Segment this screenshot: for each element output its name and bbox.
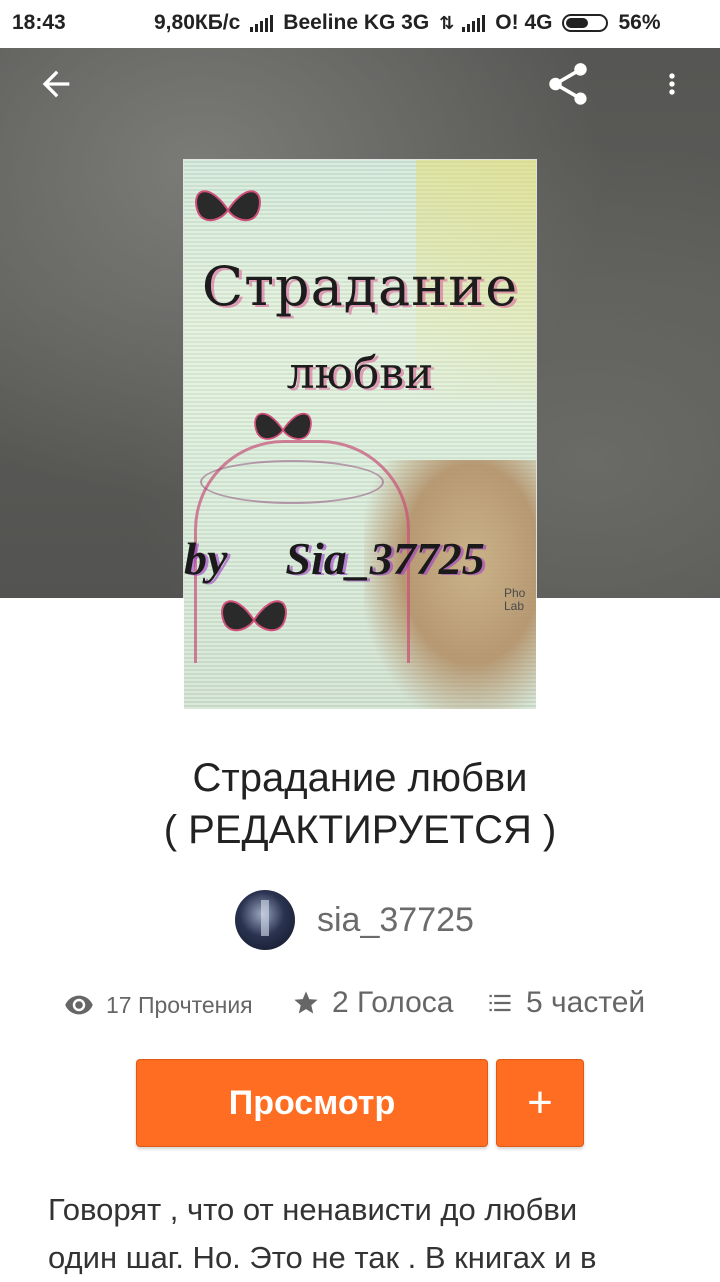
add-to-library-button[interactable]: + — [496, 1059, 584, 1147]
votes-stat: 2 Голоса — [292, 986, 454, 1020]
signal-2-icon — [462, 14, 486, 32]
description-line1: Говорят , что от ненависти до любви — [48, 1192, 578, 1227]
cover-by-word: by — [184, 533, 228, 584]
carrier-1: Beeline KG 3G — [283, 11, 430, 34]
reads-stat: 17 Прочтения — [64, 990, 253, 1020]
read-button[interactable]: Просмотр — [136, 1059, 488, 1147]
star-icon — [294, 991, 318, 1014]
votes-count: 2 Голоса — [332, 986, 454, 1019]
parts-stat[interactable]: 5 частей — [486, 986, 645, 1020]
story-title: Страдание любви ( РЕДАКТИРУЕТСЯ ) — [0, 752, 720, 856]
carrier-2: O! 4G — [495, 11, 553, 34]
parts-count[interactable]: 5 частей — [526, 986, 645, 1020]
arrow-back-icon — [42, 70, 70, 98]
cover-author: Sia_37725 — [285, 533, 485, 584]
cover-title-line1: Страдание — [201, 255, 519, 318]
author-name[interactable]: sia_37725 — [317, 901, 474, 940]
status-time: 18:43 — [12, 11, 66, 34]
description-line2: один шаг. Но. Это не так . В книгах и в — [48, 1240, 597, 1275]
reads-count: 17 Прочтения — [106, 991, 253, 1018]
avatar[interactable] — [235, 890, 295, 950]
network-speed: 9,80КБ/с — [154, 11, 241, 34]
story-stats: 17 Прочтения 2 Голоса 5 частей — [64, 986, 664, 1030]
share-icon — [549, 63, 587, 105]
eye-icon — [65, 995, 93, 1015]
cover-watermark: Pho Lab — [504, 586, 526, 613]
butterfly-3-icon — [221, 600, 287, 632]
battery-percent: 56% — [618, 11, 661, 34]
more-vert-icon — [669, 73, 675, 95]
cover-title-line2: любви — [286, 348, 434, 399]
list-icon — [489, 994, 511, 1012]
cover-jar-rim — [200, 460, 384, 504]
more-options-button[interactable] — [656, 56, 688, 112]
status-bar: 18:43 9,80КБ/с Beeline KG 3G ⇅ O! 4G 56% — [0, 0, 720, 48]
status-indicators: 9,80КБ/с Beeline KG 3G ⇅ O! 4G 56% — [154, 11, 661, 35]
cover-byline: by Sia_37725 — [184, 532, 536, 585]
butterfly-icon — [195, 190, 261, 222]
data-arrows-icon: ⇅ — [439, 12, 454, 33]
story-title-line1: Страдание любви — [192, 756, 528, 800]
book-cover[interactable]: Страдание любви by Sia_37725 Pho Lab — [184, 160, 536, 709]
back-button[interactable] — [30, 58, 82, 110]
author-link[interactable]: sia_37725 — [235, 890, 474, 950]
signal-icon — [250, 14, 274, 32]
butterfly-2-icon — [254, 412, 312, 440]
story-description: Говорят , что от ненависти до любви один… — [48, 1186, 668, 1282]
share-button[interactable] — [540, 56, 596, 112]
story-title-line2: ( РЕДАКТИРУЕТСЯ ) — [163, 808, 557, 852]
battery-icon — [562, 14, 609, 32]
